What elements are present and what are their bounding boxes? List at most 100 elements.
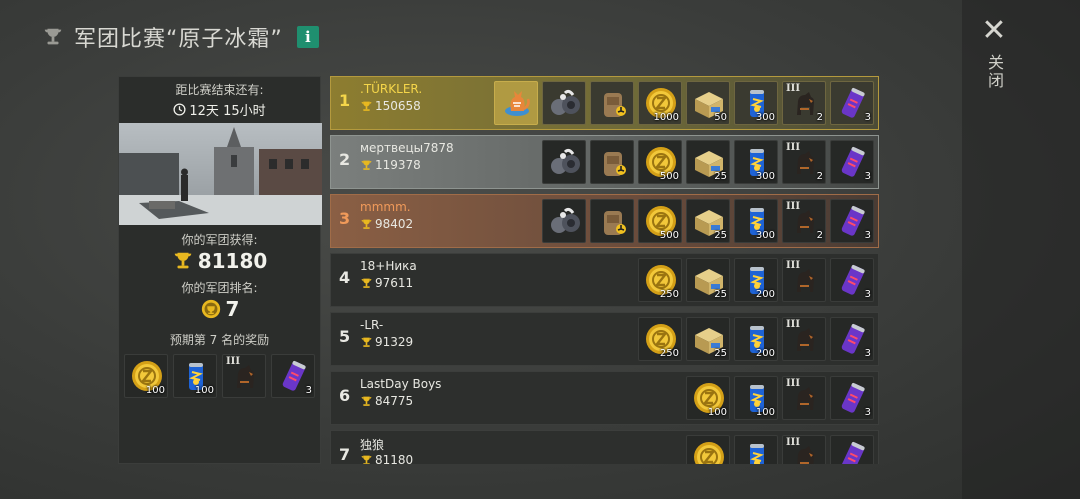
gas-mask-icon xyxy=(551,148,580,174)
coin-icon xyxy=(694,442,724,464)
row-rewards: 250 25 200 III 3 xyxy=(638,317,874,361)
reward-tile[interactable]: 3 xyxy=(271,354,315,398)
guild-score: 150658 xyxy=(360,99,421,113)
reward-tile[interactable] xyxy=(590,81,634,125)
expected-rewards-label: 预期第 7 名的奖励 xyxy=(169,333,270,347)
reward-tile[interactable]: 25 xyxy=(686,140,730,184)
reward-tile[interactable]: 3 xyxy=(830,435,874,464)
reward-quantity: 25 xyxy=(714,230,727,241)
backpack-icon xyxy=(604,152,626,176)
reward-quantity: 200 xyxy=(755,289,775,300)
title-bar: 军团比赛“原子冰霜” i xyxy=(42,22,319,52)
reward-quantity: 300 xyxy=(755,171,775,182)
leaderboard-row[interactable]: 4 18+Ника 97611 250 25 200 III 3 xyxy=(330,253,879,307)
reward-quantity: 3 xyxy=(864,112,871,123)
reward-tile[interactable] xyxy=(542,199,586,243)
reward-tile[interactable]: 100 xyxy=(124,354,168,398)
reward-tile[interactable]: 250 xyxy=(638,258,682,302)
leaderboard-row[interactable]: 7 独狼81180 100100 III 3 xyxy=(330,430,879,464)
guild-score: 119378 xyxy=(360,158,421,172)
leaderboard-row[interactable]: 3 mmmm. 98402 500 25 300 III 2 3 xyxy=(330,194,879,248)
reward-tile[interactable]: 3 xyxy=(830,199,874,243)
rank-number: 7 xyxy=(339,445,351,464)
reward-quantity: 500 xyxy=(659,230,679,241)
row-rewards: 100100III3 xyxy=(686,435,874,464)
reward-tile[interactable]: III 2 xyxy=(782,140,826,184)
rank-number: 6 xyxy=(339,386,351,405)
countdown: 12天 15小时 xyxy=(119,100,320,119)
reward-tile[interactable]: III xyxy=(782,258,826,302)
reward-tile[interactable]: III xyxy=(782,317,826,361)
reward-tile[interactable]: 100 xyxy=(734,435,778,464)
rank-label: 你的军团排名: xyxy=(181,281,258,295)
close-label[interactable]: 关闭 xyxy=(982,54,1006,90)
reward-tile[interactable]: 300 xyxy=(734,199,778,243)
guild-score: 81180 xyxy=(360,453,413,464)
guild-name: -LR- xyxy=(360,318,384,332)
reward-tile[interactable] xyxy=(542,140,586,184)
trophy-icon xyxy=(44,28,62,45)
trophy-icon xyxy=(360,395,373,408)
reward-quantity: 50 xyxy=(714,112,727,123)
reward-tile[interactable]: 25 xyxy=(686,317,730,361)
reward-tile[interactable]: 3 xyxy=(830,81,874,125)
reward-tile[interactable]: III xyxy=(782,435,826,464)
close-icon[interactable]: ✕ xyxy=(981,14,1006,48)
reward-tile[interactable]: 3 xyxy=(830,376,874,420)
reward-tile[interactable]: 300 xyxy=(734,81,778,125)
reward-tile[interactable] xyxy=(590,199,634,243)
reward-tile[interactable]: 200 xyxy=(734,317,778,361)
close-button[interactable]: ✕ 关闭 xyxy=(974,14,1014,104)
reward-quantity: 2 xyxy=(816,171,823,182)
reward-tile[interactable]: 25 xyxy=(686,199,730,243)
reward-tile[interactable] xyxy=(542,81,586,125)
reward-tile[interactable]: 200 xyxy=(734,258,778,302)
guild-name: 18+Ника xyxy=(360,259,417,273)
reward-tile[interactable]: 3 xyxy=(830,258,874,302)
leaderboard-row[interactable]: 1 .TÜRKLER. 150658 1000 50 300 III 2 3 xyxy=(330,76,879,130)
reward-tile[interactable]: III xyxy=(782,376,826,420)
reward-tile[interactable]: 3 xyxy=(830,317,874,361)
reward-tile[interactable]: III 2 xyxy=(782,81,826,125)
reward-tile[interactable]: 300 xyxy=(734,140,778,184)
row-rewards: 500 25 300 III 2 3 xyxy=(542,140,874,184)
rank-medal-icon xyxy=(201,299,220,319)
gas-mask-icon xyxy=(551,89,580,115)
reward-quantity: 3 xyxy=(864,348,871,359)
reward-tile[interactable]: 250 xyxy=(638,317,682,361)
reward-tile[interactable]: 1000 xyxy=(638,81,682,125)
reward-quantity: 25 xyxy=(714,348,727,359)
reward-tile[interactable]: 100 xyxy=(173,354,217,398)
reward-tile[interactable]: 100 xyxy=(734,376,778,420)
reward-tile[interactable]: 25 xyxy=(686,258,730,302)
score-value: 84775 xyxy=(375,394,414,408)
leaderboard-row[interactable]: 5 -LR- 91329 250 25 200 III 3 xyxy=(330,312,879,366)
reward-tile[interactable] xyxy=(590,140,634,184)
score-value: 97611 xyxy=(375,276,414,290)
reward-quantity: 3 xyxy=(864,230,871,241)
reward-tile[interactable]: III xyxy=(222,354,266,398)
reward-quantity: 500 xyxy=(659,171,679,182)
rank-number: 4 xyxy=(339,268,351,287)
leaderboard-list[interactable]: 1 .TÜRKLER. 150658 1000 50 300 III 2 3 2 мертвецы7… xyxy=(330,76,879,464)
reward-tile[interactable] xyxy=(494,81,538,125)
earned-value: 81180 xyxy=(197,249,268,273)
reward-tile[interactable]: 500 xyxy=(638,140,682,184)
reward-quantity: 200 xyxy=(755,348,775,359)
reward-tile[interactable]: 50 xyxy=(686,81,730,125)
info-button[interactable]: i xyxy=(296,26,319,48)
reward-tile[interactable]: 500 xyxy=(638,199,682,243)
leaderboard-row[interactable]: 2 мертвецы7878 119378 500 25 300 III 2 3 xyxy=(330,135,879,189)
leaderboard-row[interactable]: 6 LastDay Boys 84775 100 100 III 3 xyxy=(330,371,879,425)
reward-tile[interactable]: 100 xyxy=(686,376,730,420)
reward-tile[interactable]: 3 xyxy=(830,140,874,184)
earned-label: 你的军团获得: xyxy=(181,233,258,247)
reward-tile[interactable]: III 2 xyxy=(782,199,826,243)
tier-label: III xyxy=(786,260,801,271)
reward-tile[interactable]: 100 xyxy=(686,435,730,464)
countdown-value: 12天 15小时 xyxy=(189,104,266,119)
score-value: 91329 xyxy=(375,335,414,349)
reward-quantity: 3 xyxy=(864,171,871,182)
row-rewards: 100100III3 xyxy=(686,376,874,420)
tier-label: III xyxy=(786,319,801,330)
